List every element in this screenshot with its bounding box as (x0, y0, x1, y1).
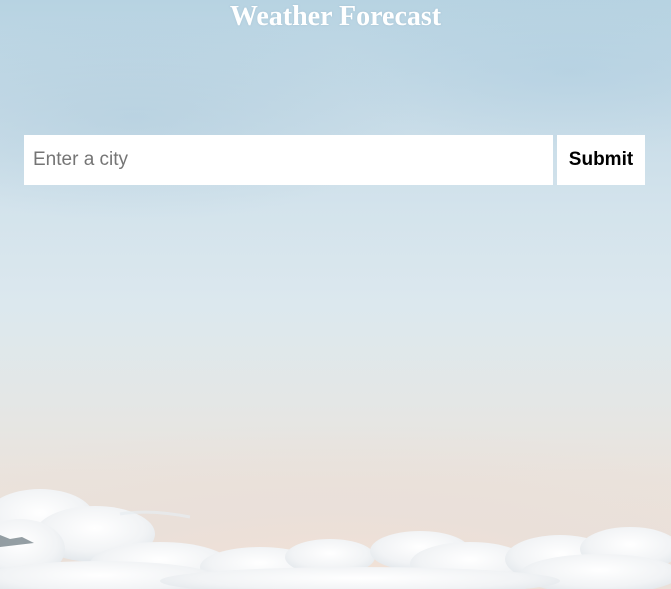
city-search-form: Submit (24, 135, 645, 185)
background-clouds (0, 489, 671, 589)
page-title: Weather Forecast (229, 1, 442, 32)
submit-button[interactable]: Submit (557, 135, 645, 185)
city-input[interactable] (24, 135, 553, 185)
